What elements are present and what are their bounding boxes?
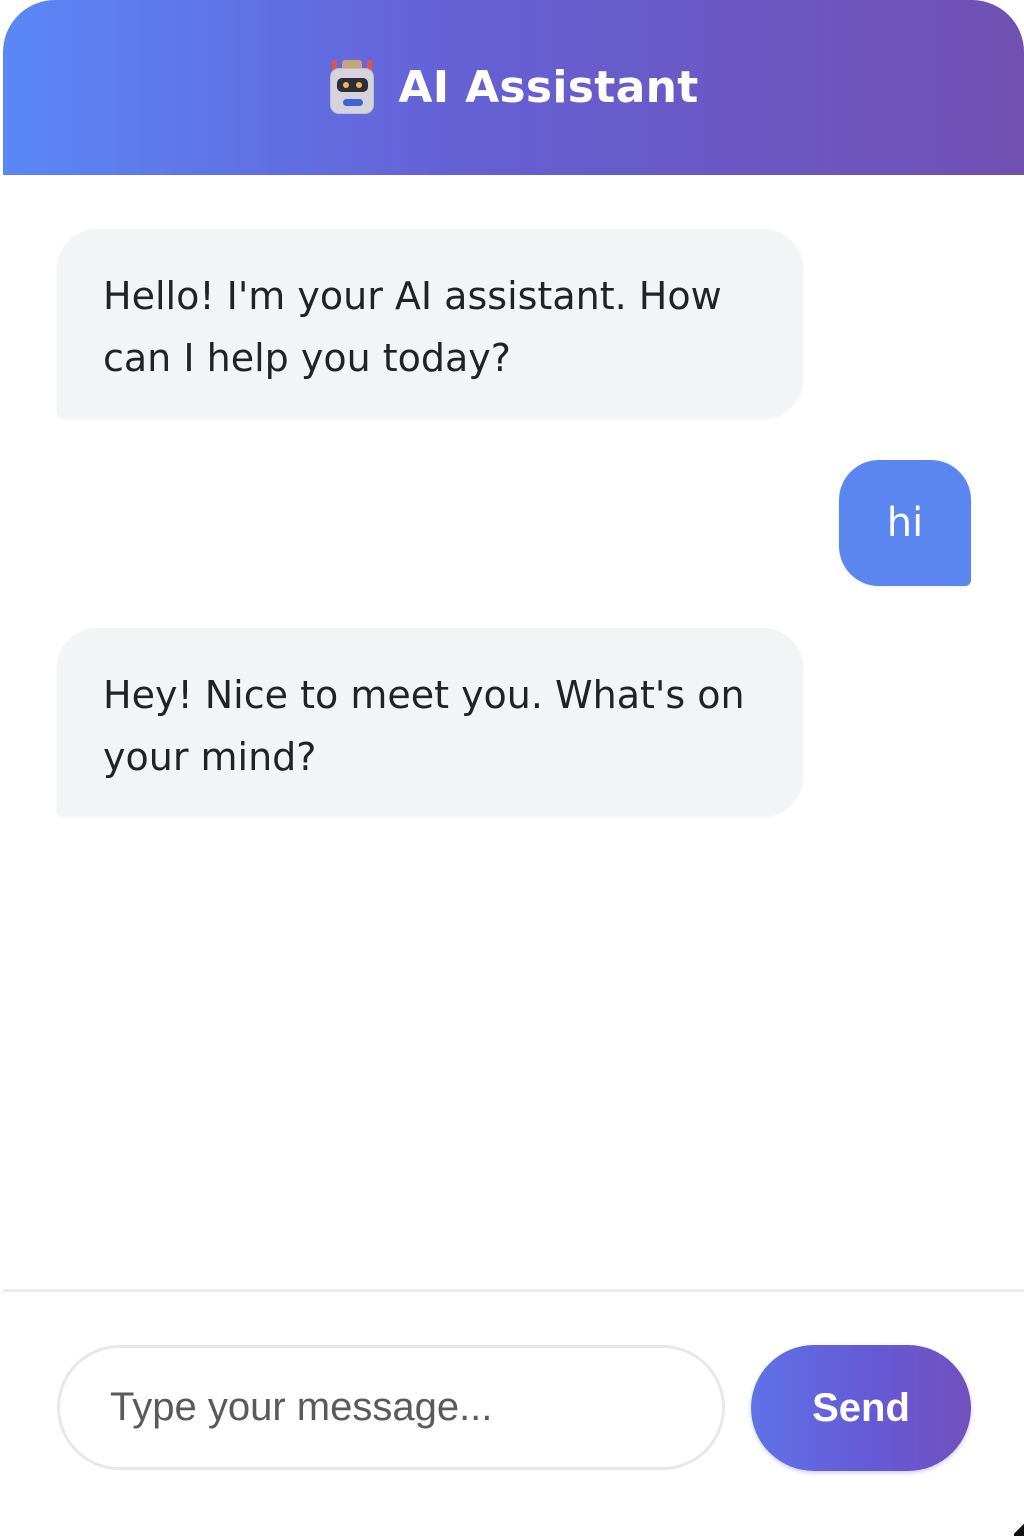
assistant-message: Hey! Nice to meet you. What's on your mi… bbox=[57, 628, 803, 816]
robot-icon bbox=[328, 58, 376, 116]
chat-header: AI Assistant bbox=[3, 0, 1024, 175]
send-button[interactable]: Send bbox=[751, 1345, 971, 1471]
window-corner bbox=[1014, 1522, 1024, 1536]
message-input[interactable] bbox=[57, 1345, 725, 1470]
chat-window: AI Assistant Hello! I'm your AI assistan… bbox=[3, 0, 1024, 1536]
assistant-message: Hello! I'm your AI assistant. How can I … bbox=[57, 229, 803, 418]
chat-title: AI Assistant bbox=[398, 62, 699, 113]
user-message: hi bbox=[839, 460, 971, 586]
composer-divider bbox=[3, 1289, 1024, 1292]
